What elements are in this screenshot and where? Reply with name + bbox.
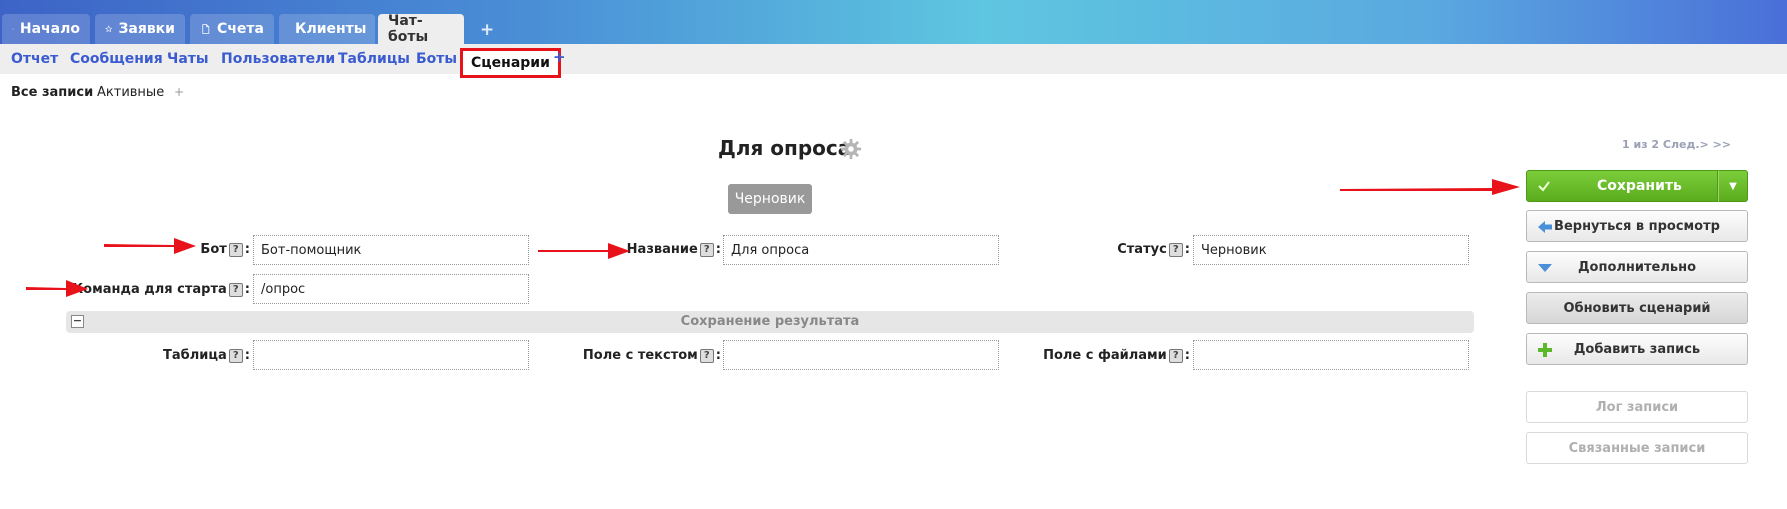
gear-icon[interactable] [840,138,862,160]
status-label: Статус ? : [1117,242,1190,257]
chevron-down-icon [1538,264,1552,272]
filter-all-records[interactable]: Все записи [11,85,93,100]
table-label: Таблица ? : [163,348,250,363]
tab-invoices[interactable]: Счета [190,14,274,44]
save-dropdown-button[interactable]: ▼ [1718,170,1748,202]
star-icon [105,25,113,33]
red-arrow-annotation [1340,179,1520,195]
status-badge: Черновик [728,184,812,214]
tab-chatbots-label: Чат-боты [388,13,429,45]
section-save-results[interactable]: − Сохранение результата [66,311,1474,333]
plus-icon [1538,343,1552,357]
text-field[interactable] [723,340,999,370]
red-arrow-annotation [26,280,88,297]
add-record-button[interactable]: Добавить запись [1526,333,1748,365]
subnav-chats[interactable]: Чаты [167,51,209,67]
start-command-field[interactable] [253,274,529,304]
files-field[interactable] [1193,340,1469,370]
add-tab-button[interactable]: + [480,20,494,40]
document-icon [202,24,210,34]
record-log-button[interactable]: Лог записи [1526,391,1748,423]
related-records-button[interactable]: Связанные записи [1526,432,1748,464]
add-subnav-button[interactable]: + [553,48,566,66]
refresh-scenario-button[interactable]: Обновить сценарий [1526,292,1748,324]
subnav-users[interactable]: Пользователи [221,51,335,67]
back-to-view-button[interactable]: Вернуться в просмотр [1526,210,1748,242]
files-field-label: Поле с файлами ? : [1043,348,1190,363]
sub-navigation: Отчет Сообщения Чаты Пользователи Таблиц… [0,44,1787,78]
tab-home-label: Начало [19,21,80,37]
help-icon[interactable]: ? [699,348,714,363]
help-icon[interactable]: ? [1168,348,1183,363]
pagination[interactable]: 1 из 2 След.> >> [1622,138,1731,151]
arrow-left-icon [1538,221,1552,233]
help-icon[interactable]: ? [699,242,714,257]
help-icon[interactable]: ? [228,348,243,363]
subnav-messages[interactable]: Сообщения [70,51,163,67]
start-command-label: Команда для старта ? : [72,282,250,297]
red-arrow-annotation [538,243,630,259]
help-icon[interactable]: ? [228,242,243,257]
subnav-bots[interactable]: Боты [416,51,457,67]
tab-chatbots[interactable]: Чат-боты [378,13,464,45]
check-icon [1538,181,1550,192]
section-title: Сохранение результата [680,314,860,329]
tab-clients-label: Клиенты [295,21,367,37]
collapse-icon[interactable]: − [71,315,84,328]
name-field[interactable] [723,235,999,265]
tab-invoices-label: Счета [217,21,264,37]
tab-requests[interactable]: Заявки [95,14,185,44]
status-field[interactable] [1193,235,1469,265]
filter-active[interactable]: Активные [97,85,164,100]
text-field-label: Поле с текстом ? : [582,348,721,363]
name-label: Название ? : [626,242,721,257]
more-button[interactable]: Дополнительно [1526,251,1748,283]
subnav-report[interactable]: Отчет [11,51,58,67]
top-tab-bar: Начало Заявки Счета Клиенты Чат-боты + [0,0,1787,45]
page-title: Для опроса [718,136,852,160]
bot-label: Бот ? : [200,242,250,257]
table-field[interactable] [253,340,529,370]
save-button[interactable]: Сохранить [1526,170,1718,202]
save-button-group: Сохранить ▼ [1526,170,1748,202]
subnav-scenarios[interactable]: Сценарии [460,48,561,78]
red-arrow-annotation [104,238,196,254]
help-icon[interactable]: ? [1168,242,1183,257]
add-filter-button[interactable]: + [174,85,184,99]
tab-clients[interactable]: Клиенты [279,14,375,44]
subnav-tables[interactable]: Таблицы [338,51,410,67]
tab-requests-label: Заявки [118,21,175,37]
help-icon[interactable]: ? [228,282,243,297]
tab-home[interactable]: Начало [2,14,90,44]
bot-field[interactable] [253,235,529,265]
home-icon [12,28,14,30]
